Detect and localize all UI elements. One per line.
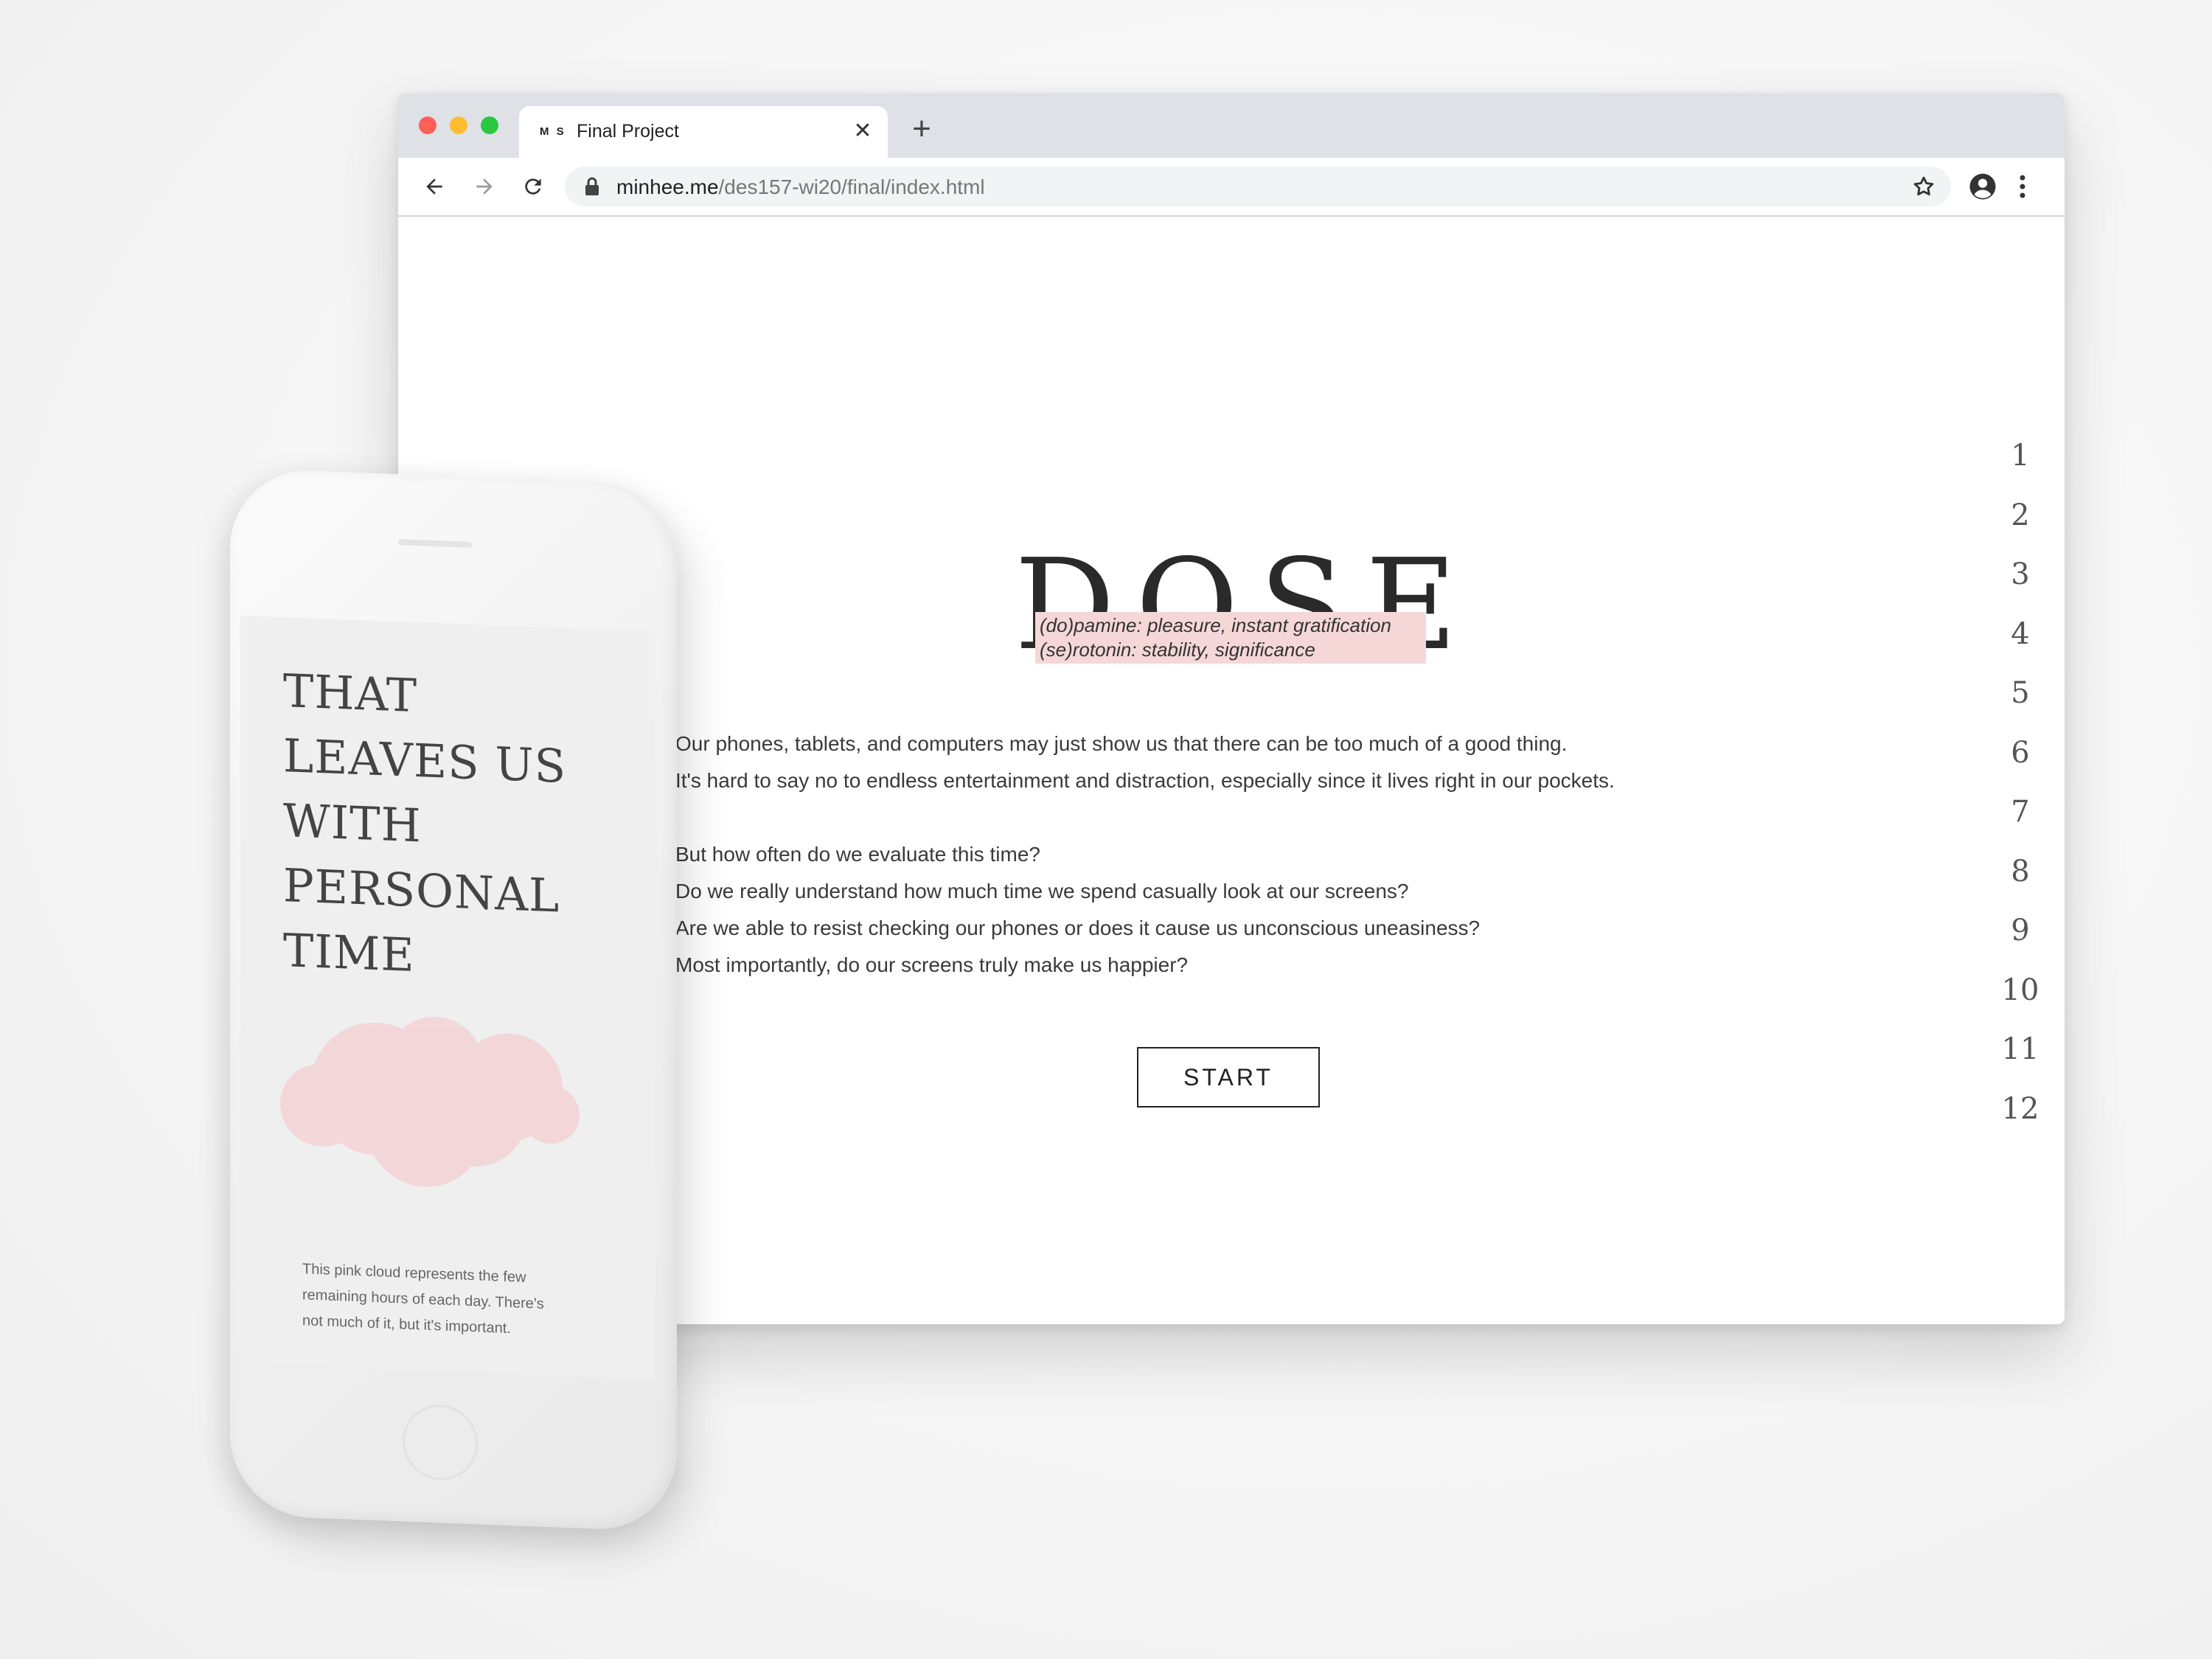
browser-menu-button[interactable] bbox=[2017, 171, 2028, 206]
reload-icon bbox=[525, 178, 541, 195]
page-link-12[interactable]: 12 bbox=[1998, 1094, 2042, 1154]
tab-title: Final Project bbox=[577, 121, 679, 142]
page-link-6[interactable]: 6 bbox=[1998, 738, 2042, 798]
kebab-menu-icon bbox=[2020, 175, 2025, 198]
definition-dopamine: (do)pamine: pleasure, instant gratificat… bbox=[1040, 614, 1391, 636]
reload-button[interactable] bbox=[518, 171, 549, 202]
favicon-icon: M S bbox=[540, 125, 566, 138]
definition-serotonin: (se)rotonin: stability, significance bbox=[1040, 639, 1315, 661]
browser-toolbar: minhee.me/des157-wi20/final/index.html bbox=[398, 158, 2065, 217]
phone-heading-line: LEAVES US bbox=[283, 728, 567, 793]
intro-question: Do we really understand how much time we… bbox=[675, 880, 1409, 902]
bookmark-star-button[interactable] bbox=[1911, 174, 1936, 203]
page-link-2[interactable]: 2 bbox=[1998, 501, 2042, 560]
phone-mockup: THAT LEAVES US WITH PERSONAL TIME This p… bbox=[230, 467, 677, 1532]
page-link-7[interactable]: 7 bbox=[1998, 797, 2042, 857]
star-icon bbox=[1913, 176, 1934, 196]
phone-screen: THAT LEAVES US WITH PERSONAL TIME This p… bbox=[240, 615, 655, 1380]
minimize-window-button[interactable] bbox=[450, 116, 467, 134]
url-text: minhee.me/des157-wi20/final/index.html bbox=[616, 175, 985, 199]
page-link-4[interactable]: 4 bbox=[1998, 619, 2042, 679]
phone-heading: THAT LEAVES US WITH PERSONAL TIME bbox=[283, 658, 566, 994]
phone-heading-line: TIME bbox=[283, 923, 415, 982]
page-link-3[interactable]: 3 bbox=[1998, 560, 2042, 619]
url-host: minhee.me bbox=[616, 175, 719, 198]
page-link-5[interactable]: 5 bbox=[1998, 678, 2042, 738]
page-link-11[interactable]: 11 bbox=[1998, 1034, 2042, 1094]
url-path: /des157-wi20/final/index.html bbox=[718, 175, 985, 198]
intro-question: But how often do we evaluate this time? bbox=[675, 843, 1040, 866]
phone-heading-line: THAT bbox=[283, 664, 418, 723]
intro-line: Our phones, tablets, and computers may j… bbox=[675, 732, 1568, 755]
new-tab-button[interactable]: + bbox=[907, 113, 936, 145]
intro-line: It's hard to say no to endless entertain… bbox=[675, 769, 1615, 792]
tab-strip: M S Final Project ✕ + bbox=[398, 93, 2065, 158]
lock-icon bbox=[584, 177, 600, 200]
phone-caption: This pink cloud represents the few remai… bbox=[302, 1261, 544, 1337]
page-link-1[interactable]: 1 bbox=[1998, 441, 2042, 501]
page-navigation: 1 2 3 4 5 6 7 8 9 10 11 12 bbox=[1998, 441, 2042, 1153]
page-link-8[interactable]: 8 bbox=[1998, 857, 2042, 917]
account-circle-icon bbox=[1969, 173, 1996, 200]
account-button[interactable] bbox=[1967, 171, 1998, 206]
page-link-9[interactable]: 9 bbox=[1998, 916, 2042, 975]
back-button[interactable] bbox=[419, 171, 450, 202]
arrow-left-icon bbox=[426, 178, 442, 195]
start-button[interactable]: START bbox=[1137, 1047, 1320, 1107]
pink-cloud-icon bbox=[280, 1017, 580, 1187]
definitions-highlight: (do)pamine: pleasure, instant gratificat… bbox=[1035, 612, 1426, 664]
address-bar[interactable]: minhee.me/des157-wi20/final/index.html bbox=[565, 167, 1951, 206]
arrow-right-icon bbox=[476, 178, 493, 195]
intro-text: Our phones, tablets, and computers may j… bbox=[675, 726, 1615, 984]
close-window-button[interactable] bbox=[419, 116, 437, 134]
forward-button[interactable] bbox=[469, 171, 500, 202]
page-link-10[interactable]: 10 bbox=[1998, 975, 2042, 1035]
phone-heading-line: PERSONAL bbox=[283, 858, 560, 923]
intro-question: Are we able to resist checking our phone… bbox=[675, 917, 1481, 939]
tab-close-button[interactable]: ✕ bbox=[851, 119, 874, 143]
maximize-window-button[interactable] bbox=[481, 116, 498, 134]
phone-speaker bbox=[398, 539, 472, 548]
home-button[interactable] bbox=[403, 1403, 478, 1482]
phone-heading-line: WITH bbox=[283, 793, 422, 853]
intro-question: Most importantly, do our screens truly m… bbox=[675, 953, 1189, 976]
tab-final-project[interactable]: M S Final Project ✕ bbox=[519, 106, 888, 158]
